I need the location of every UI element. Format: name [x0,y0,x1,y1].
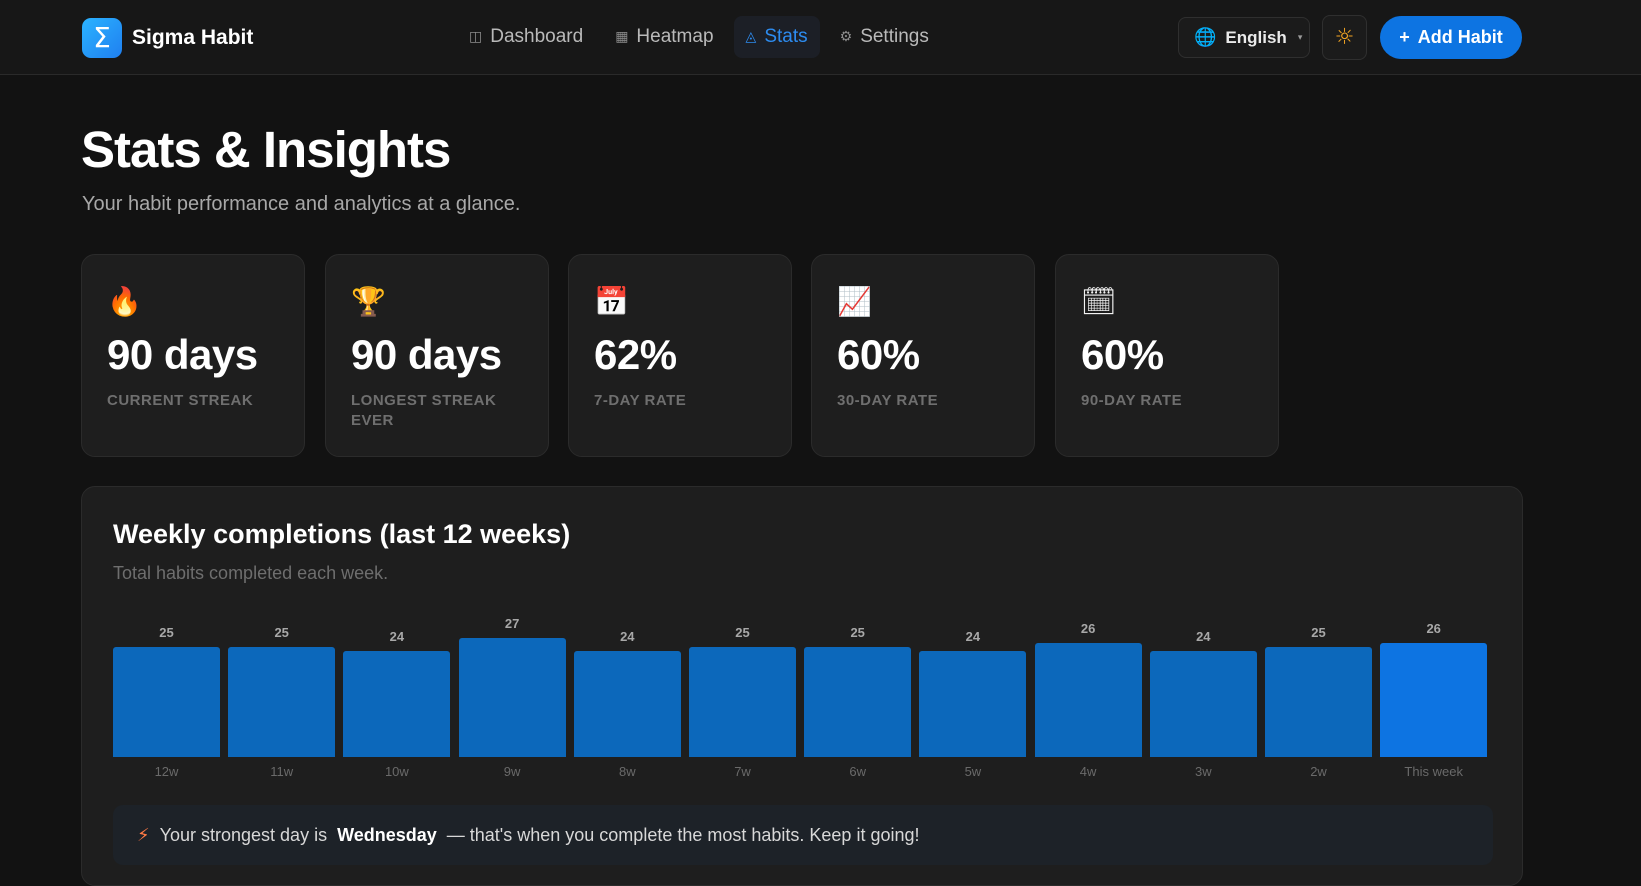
chart-subtitle: Total habits completed each week. [113,563,389,583]
bar-value-label: 24 [620,629,635,645]
chart-title: Weekly completions (last 12 weeks) [113,519,571,549]
nav-item-dashboard[interactable]: ◫ Dashboard [457,16,595,58]
bar-category-label: 8w [618,764,636,779]
app-name: Sigma Habit [132,26,254,49]
chart-bar [1149,651,1257,757]
chart-bar [573,651,681,757]
spiral-calendar-icon: 🗓 [1081,285,1117,318]
chart-up-icon: 📈 [837,285,872,318]
main-nav: ◫ Dashboard ▦ Heatmap ◬ Stats ⚙ Settings [457,16,941,58]
bar-value-label: 25 [1311,625,1326,640]
trophy-icon: 🏆 [351,285,386,318]
chart-bar [689,647,796,757]
bar-category-label: 7w [734,764,751,779]
bar-category-label: 2w [1310,764,1327,779]
bar-value-label: 27 [504,616,520,632]
bar-category-label: 6w [849,764,866,779]
chart-bar [919,651,1027,757]
stats-icon: ◬ [745,29,757,45]
chart-bar [804,647,912,757]
bar-value-label: 25 [274,625,289,640]
chart-bar [458,638,566,757]
stat-label: 30-DAY RATE [837,392,939,409]
bar-category-label: 5w [964,764,982,779]
insight-day: Wednesday [337,824,437,845]
add-habit-button[interactable]: + Add Habit [1380,16,1522,59]
chart-bar [228,647,336,757]
insight-prefix: Your strongest day is [159,824,328,845]
stat-label: CURRENT STREAK [107,392,254,409]
globe-icon: 🌐 [1194,27,1217,48]
page-title: Stats & Insights [81,121,451,178]
top-navigation-bar: Σ Sigma Habit ◫ Dashboard ▦ Heatmap ◬ St… [0,0,1641,75]
chart-bar [1034,642,1142,757]
weekly-bar-chart: 25 12w 25 11w 24 10w 27 9w 24 8w 25 7w 25 6w 24 5w 26 4w 2… [113,587,1495,779]
stat-card-90-day-rate: 🗓 60% 90-DAY RATE [1055,254,1279,457]
stat-value: 62% [594,331,677,378]
bar-category-label: This week [1404,764,1463,779]
page-subtitle: Your habit performance and analytics at … [82,193,521,215]
nav-item-label: Stats [764,26,808,47]
nav-item-label: Heatmap [636,26,714,47]
nav-item-label: Settings [860,26,929,47]
fire-icon: 🔥 [107,285,142,318]
bar-value-label: 26 [1080,620,1096,636]
stat-card-30-day-rate: 📈 60% 30-DAY RATE [811,254,1035,457]
stat-value: 60% [837,331,920,378]
plus-icon: + [1399,27,1410,47]
bar-category-label: 4w [1079,764,1097,779]
bar-value-label: 24 [1196,629,1211,645]
stat-value: 90 days [351,331,502,378]
chart-bar [113,647,220,757]
bar-value-label: 24 [389,629,405,645]
bar-value-label: 26 [1426,620,1441,636]
bar-category-label: 10w [384,764,409,779]
chart-bar [1265,647,1372,757]
stat-label: 90-DAY RATE [1081,392,1183,409]
sigma-logo-icon: Σ [82,18,122,58]
stat-label: 7-DAY RATE [594,392,687,409]
dashboard-icon: ◫ [469,29,483,45]
weekly-completions-card: Weekly completions (last 12 weeks) Total… [81,486,1523,886]
stat-card-longest-streak: 🏆 90 days LONGEST STREAK EVER [325,254,549,457]
nav-item-stats[interactable]: ◬ Stats [733,16,820,58]
insight-suffix: — that's when you complete the most habi… [446,824,920,845]
nav-item-label: Dashboard [490,26,584,47]
bar-category-label: 3w [1194,764,1212,779]
bar-category-label: 9w [503,764,521,779]
chevron-down-icon: ▾ [1297,32,1303,42]
nav-item-settings[interactable]: ⚙ Settings [828,16,941,58]
language-select[interactable]: 🌐 English ▾ [1178,17,1310,58]
stat-value: 90 days [107,331,258,378]
insight-banner: ⚡ Your strongest day is Wednesday — that… [113,805,1493,865]
calendar-icon: 📅 [594,285,629,318]
sun-icon: ☼ [1334,25,1355,50]
nav-item-heatmap[interactable]: ▦ Heatmap [603,16,725,58]
chart-bar [1380,642,1488,757]
add-habit-label: Add Habit [1417,27,1503,47]
chart-bar [343,651,451,757]
bar-value-label: 25 [735,625,750,640]
stat-label: LONGEST STREAK EVER [351,392,497,429]
stat-value: 60% [1081,331,1164,378]
bar-value-label: 24 [965,629,981,645]
stat-card-current-streak: 🔥 90 days CURRENT STREAK [81,254,305,457]
brand[interactable]: Σ Sigma Habit [82,18,253,58]
heatmap-icon: ▦ [615,29,629,45]
lightning-icon: ⚡ [137,824,150,846]
language-label: English [1225,27,1287,47]
gear-icon: ⚙ [839,29,853,45]
bar-value-label: 25 [159,625,174,640]
bar-value-label: 25 [850,625,865,640]
theme-toggle-button[interactable]: ☼ [1322,15,1367,60]
stat-card-7-day-rate: 📅 62% 7-DAY RATE [568,254,792,457]
bar-category-label: 11w [270,764,294,779]
bar-category-label: 12w [154,764,179,779]
